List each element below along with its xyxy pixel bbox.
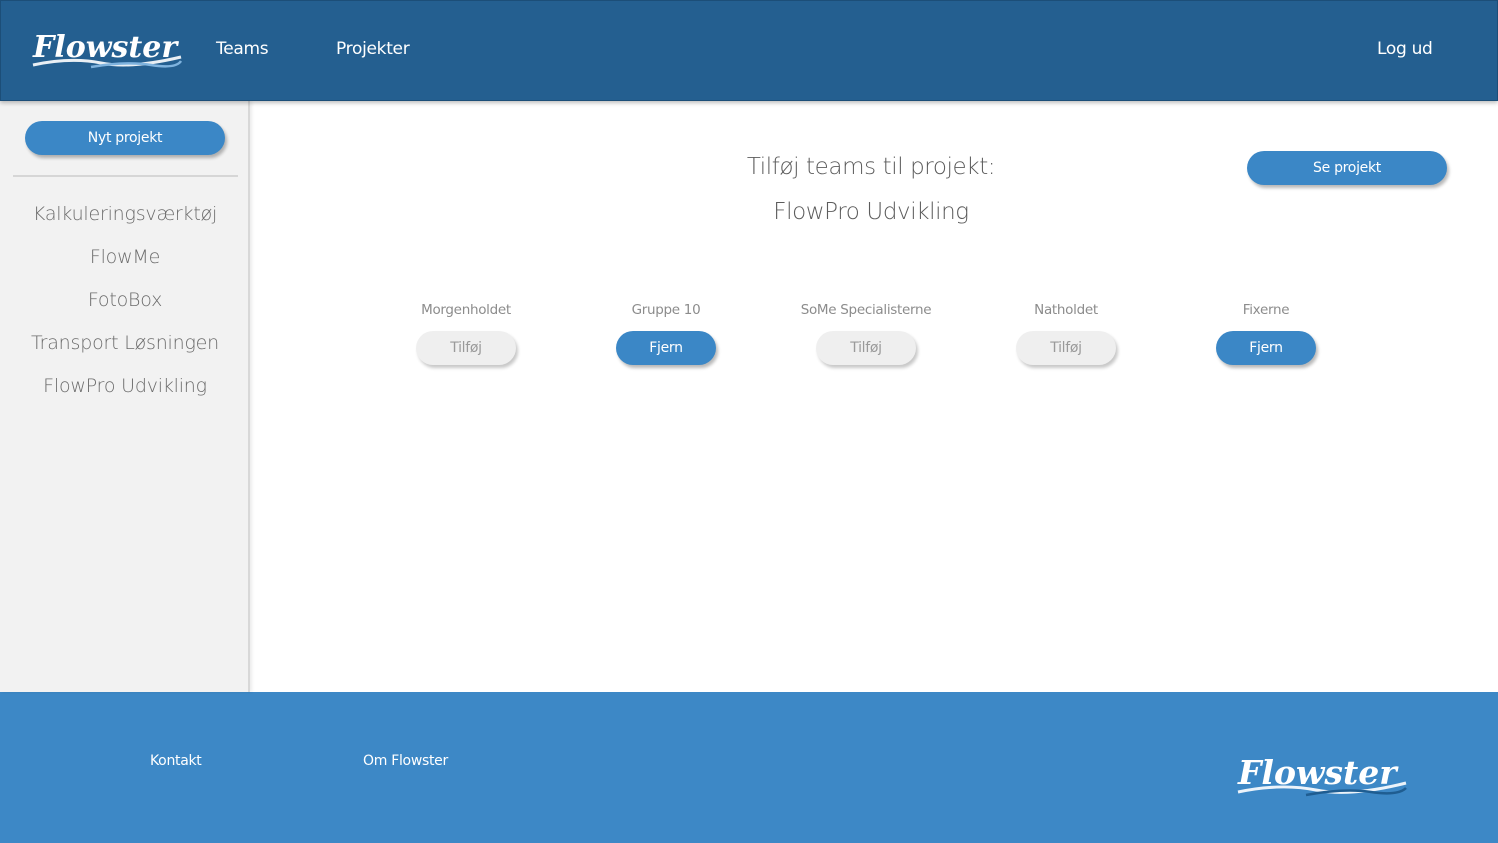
flowster-logo[interactable]: Flowster <box>31 27 183 73</box>
sidebar-divider <box>13 175 238 177</box>
footer-link-kontakt[interactable]: Kontakt <box>150 753 202 769</box>
top-navbar: Flowster Teams Projekter Log ud <box>0 0 1498 101</box>
new-project-button[interactable]: Nyt projekt <box>25 121 225 155</box>
footer-flowster-logo: Flowster <box>1237 753 1407 797</box>
remove-team-button-gruppe-10[interactable]: Fjern <box>616 331 716 365</box>
team-name-fixerne: Fixerne <box>1242 302 1290 318</box>
team-name-natholdet: Natholdet <box>1034 302 1098 318</box>
footer-link-om-flowster[interactable]: Om Flowster <box>363 753 448 769</box>
sidebar: Nyt projekt Kalkuleringsværktøj FlowMe F… <box>0 101 250 692</box>
sidebar-item-flowme[interactable]: FlowMe <box>0 246 250 268</box>
add-team-button-morgenholdet[interactable]: Tilføj <box>416 331 516 365</box>
sidebar-item-fotobox[interactable]: FotoBox <box>0 289 250 311</box>
logo-text: Flowster <box>32 30 179 65</box>
add-team-button-some-specialisterne[interactable]: Tilføj <box>816 331 916 365</box>
team-name-some-specialisterne: SoMe Specialisterne <box>800 302 932 318</box>
sidebar-item-transport-loesningen[interactable]: Transport Løsningen <box>0 332 250 354</box>
team-name-morgenholdet: Morgenholdet <box>421 302 511 318</box>
footer: Kontakt Om Flowster Flowster <box>0 692 1498 843</box>
add-team-button-natholdet[interactable]: Tilføj <box>1016 331 1116 365</box>
nav-teams[interactable]: Teams <box>216 39 269 59</box>
page-title: Tilføj teams til projekt: <box>746 154 996 180</box>
nav-projekter[interactable]: Projekter <box>336 39 410 59</box>
project-name: FlowPro Udvikling <box>773 199 969 225</box>
footer-logo-text: Flowster <box>1237 753 1399 792</box>
remove-team-button-fixerne[interactable]: Fjern <box>1216 331 1316 365</box>
view-project-button[interactable]: Se projekt <box>1247 151 1447 185</box>
team-name-gruppe-10: Gruppe 10 <box>631 302 701 318</box>
sidebar-item-flowpro-udvikling[interactable]: FlowPro Udvikling <box>0 375 250 397</box>
sidebar-item-kalkuleringsvaerktoej[interactable]: Kalkuleringsværktøj <box>0 203 250 225</box>
logout-link[interactable]: Log ud <box>1377 39 1433 59</box>
